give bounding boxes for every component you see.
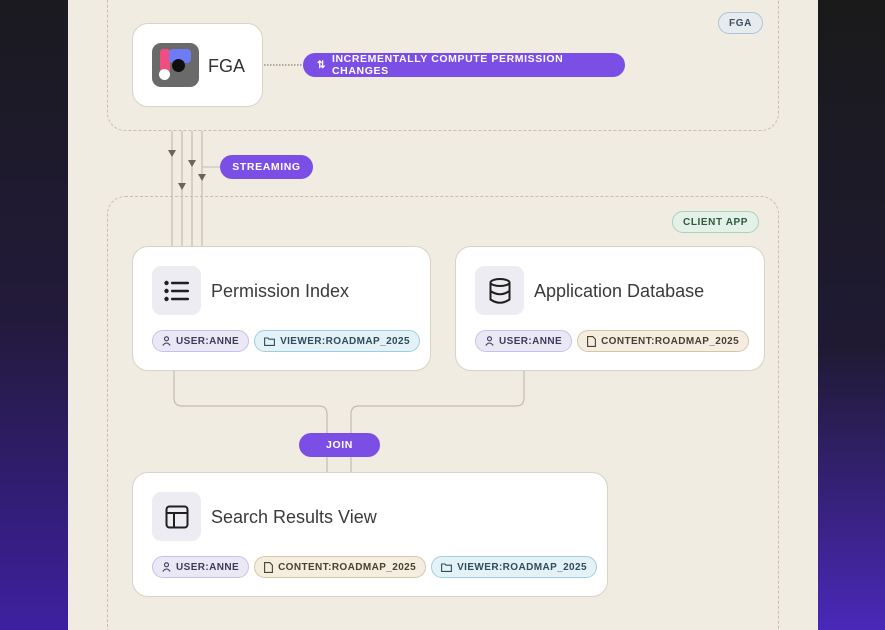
search-results-view-title: Search Results View (211, 507, 377, 527)
application-database-chips: USER:ANNE CONTENT:ROADMAP_2025 (475, 330, 750, 352)
join-line-right (350, 371, 525, 472)
chip-user-anne: USER:ANNE (475, 330, 573, 352)
search-results-view-card[interactable]: Search Results View USER:ANNE CONTENT:RO… (132, 472, 608, 597)
list-icon (152, 266, 201, 315)
stream-arrow-1 (168, 150, 176, 157)
file-icon (587, 335, 597, 347)
chip-content-roadmap: CONTENT:ROADMAP_2025 (577, 330, 750, 352)
streaming-pill: STREAMING (220, 155, 313, 179)
diagram-canvas: FGA CLIENT APP FGA ⇅ INCREMENTALLY COMPU… (68, 0, 818, 630)
join-line-left (173, 371, 328, 472)
folder-icon (441, 562, 453, 572)
fga-tag: FGA (718, 12, 763, 34)
background-right (818, 0, 885, 630)
stream-arrow-4 (198, 174, 206, 181)
chip-content-roadmap: CONTENT:ROADMAP_2025 (254, 556, 427, 578)
arrows-up-down-icon: ⇅ (317, 59, 326, 71)
file-icon (264, 561, 274, 573)
chip-viewer-roadmap: VIEWER:ROADMAP_2025 (431, 556, 597, 578)
chip-viewer-roadmap: VIEWER:ROADMAP_2025 (254, 330, 420, 352)
database-icon (475, 266, 524, 315)
table-icon (152, 492, 201, 541)
user-icon (162, 562, 171, 572)
client-app-tag: CLIENT APP (672, 211, 760, 233)
user-icon (162, 336, 171, 346)
permission-index-title: Permission Index (211, 281, 350, 301)
stream-arrow-3 (188, 160, 196, 167)
permission-index-chips: USER:ANNE VIEWER:ROADMAP_2025 (152, 330, 420, 352)
folder-icon (264, 336, 276, 346)
application-database-title: Application Database (534, 281, 705, 301)
fga-card[interactable]: FGA (132, 23, 263, 107)
application-database-card[interactable]: Application Database USER:ANNE CONTENT:R… (455, 246, 765, 371)
chip-user-anne: USER:ANNE (152, 556, 250, 578)
fga-card-label: FGA (208, 56, 246, 76)
compute-permission-pill: ⇅ INCREMENTALLY COMPUTE PERMISSION CHANG… (303, 53, 625, 77)
fga-logo-icon (152, 43, 199, 87)
user-icon (485, 336, 494, 346)
search-results-view-chips: USER:ANNE CONTENT:ROADMAP_2025 VIEWER:RO… (152, 556, 597, 578)
chip-user-anne: USER:ANNE (152, 330, 250, 352)
permission-index-card[interactable]: Permission Index USER:ANNE VIEWER:ROADMA… (132, 246, 431, 371)
join-pill: JOIN (299, 433, 380, 457)
background-left (0, 0, 68, 630)
compute-permission-label: INCREMENTALLY COMPUTE PERMISSION CHANGES (331, 53, 564, 77)
stream-arrow-2 (178, 183, 186, 190)
